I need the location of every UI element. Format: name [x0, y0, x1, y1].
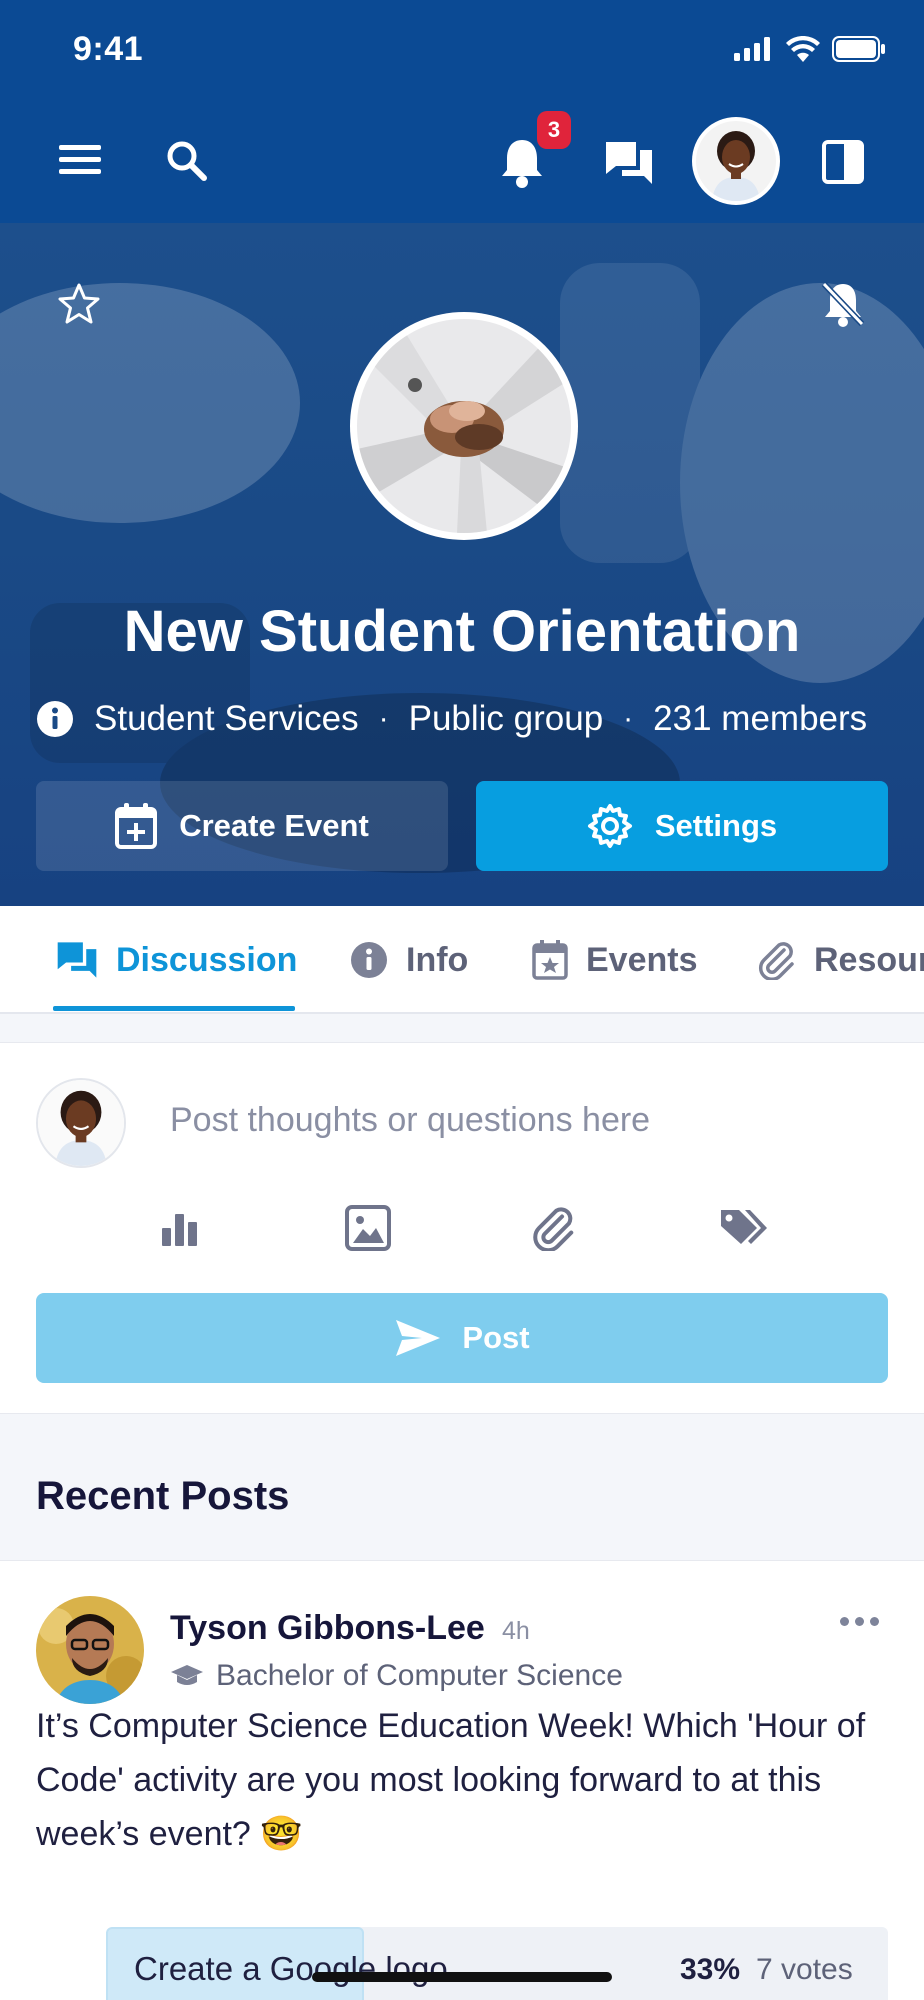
- post-author-name[interactable]: Tyson Gibbons-Lee: [170, 1609, 485, 1648]
- image-icon[interactable]: [338, 1198, 398, 1258]
- post-button[interactable]: Post: [36, 1293, 888, 1383]
- tab-label: Events: [586, 940, 698, 979]
- tab-label: Info: [406, 940, 469, 979]
- favorite-star-icon[interactable]: [56, 281, 102, 327]
- mute-notifications-icon[interactable]: [818, 279, 868, 329]
- signal-icon: [734, 37, 770, 61]
- recent-posts-heading: Recent Posts: [36, 1474, 290, 1518]
- post-author-degree: Bachelor of Computer Science: [170, 1659, 623, 1693]
- create-event-label: Create Event: [179, 808, 369, 843]
- group-category: Student Services: [94, 699, 359, 738]
- more-options-icon[interactable]: [840, 1609, 884, 1633]
- tab-events[interactable]: Events: [532, 906, 698, 1012]
- active-tab-indicator: [53, 1006, 295, 1011]
- menu-icon[interactable]: [56, 140, 104, 180]
- settings-button[interactable]: Settings: [476, 781, 888, 871]
- group-title: New Student Orientation: [123, 599, 801, 664]
- group-avatar: [350, 312, 578, 540]
- tab-resources[interactable]: Resour: [758, 906, 924, 1012]
- poll-option-percent: 33%: [680, 1953, 741, 1986]
- group-visibility: Public group: [408, 699, 604, 738]
- info-icon: [351, 942, 387, 978]
- meta-separator: ·: [623, 702, 634, 735]
- battery-icon: [832, 36, 885, 62]
- home-indicator: [312, 1972, 612, 1982]
- gear-icon: [587, 804, 632, 848]
- attachment-icon[interactable]: [524, 1198, 584, 1258]
- post-composer: Post: [0, 1042, 924, 1414]
- tab-discussion[interactable]: Discussion: [56, 906, 298, 1012]
- tab-label: Discussion: [116, 940, 298, 979]
- chat-icon: [57, 942, 97, 978]
- paperclip-icon: [758, 942, 794, 980]
- user-avatar[interactable]: [692, 117, 780, 205]
- tab-info[interactable]: Info: [350, 906, 469, 1012]
- notification-badge: 3: [537, 111, 571, 149]
- tag-icon[interactable]: [714, 1198, 774, 1258]
- calendar-icon: [532, 940, 568, 980]
- group-meta: Student Services · Public group · 231 me…: [36, 697, 888, 741]
- info-icon: [37, 701, 73, 737]
- post-input[interactable]: [170, 1101, 870, 1140]
- chat-icon[interactable]: [603, 138, 655, 188]
- composer-avatar: [36, 1078, 126, 1168]
- poll-option-label: Create a Google logo: [134, 1950, 448, 1987]
- post-body-text: It’s Computer Science Education Week! Wh…: [36, 1707, 866, 1853]
- calendar-add-icon: [115, 803, 158, 849]
- settings-label: Settings: [654, 808, 778, 843]
- poll-option-votes: 7 votes: [756, 1953, 853, 1986]
- wifi-icon: [786, 36, 820, 62]
- sidebar-toggle-icon[interactable]: [820, 138, 866, 186]
- poll-option[interactable]: Create a Google logo 33% 7 votes: [106, 1927, 888, 2000]
- post-degree-text: Bachelor of Computer Science: [216, 1659, 623, 1692]
- poll-icon[interactable]: [150, 1198, 210, 1258]
- status-icons: [734, 36, 886, 62]
- post-timestamp: 4h: [502, 1617, 530, 1645]
- group-hero: New Student Orientation Student Services…: [0, 223, 924, 906]
- group-members-count[interactable]: 231 members: [653, 699, 867, 739]
- create-event-button[interactable]: Create Event: [36, 781, 448, 871]
- tab-label: Resour: [814, 940, 924, 979]
- status-time: 9:41: [73, 30, 144, 68]
- meta-separator: ·: [378, 702, 389, 735]
- search-icon[interactable]: [162, 136, 210, 184]
- top-app-bar: 9:41 3: [0, 0, 924, 223]
- send-icon: [396, 1320, 441, 1356]
- post-author-avatar[interactable]: [36, 1596, 144, 1704]
- post-button-label: Post: [462, 1320, 530, 1355]
- graduation-cap-icon: [171, 1665, 203, 1685]
- group-tabs: Discussion Info Events Resour: [0, 906, 924, 1014]
